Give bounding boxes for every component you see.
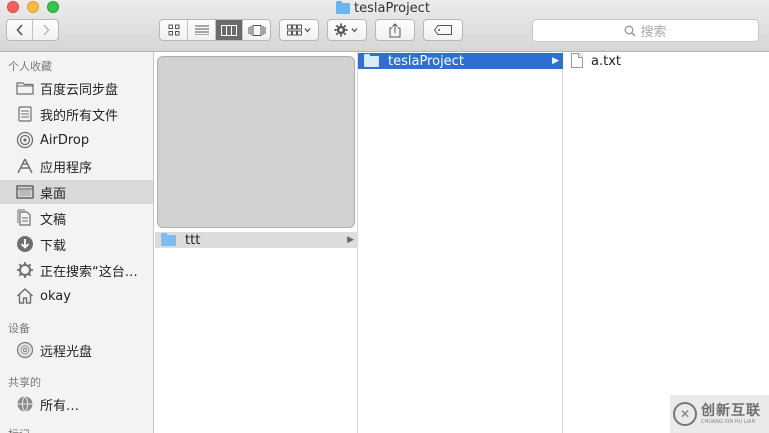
minimize-window-button[interactable]	[27, 1, 39, 13]
share-button[interactable]	[375, 19, 415, 41]
sidebar-item-home[interactable]: okay	[0, 284, 153, 308]
tags-header: 标记	[8, 426, 30, 433]
folder-icon	[336, 0, 350, 14]
sidebar-item-label: 文稿	[40, 212, 67, 228]
item-name: a.txt	[591, 53, 621, 69]
watermark-text: 创新互联	[701, 402, 761, 419]
list-view-button[interactable]	[187, 20, 215, 40]
back-button[interactable]	[7, 20, 32, 40]
window-toolbar: teslaProject 搜索	[0, 0, 769, 52]
window-title: teslaProject	[336, 0, 430, 16]
search-placeholder: 搜索	[640, 25, 667, 40]
sidebar-item-airdrop[interactable]: AirDrop	[0, 128, 153, 152]
disclosure-arrow-icon: ▶	[552, 56, 559, 66]
sidebar-item-label: okay	[40, 288, 71, 304]
home-icon	[16, 287, 34, 305]
chevron-right-icon	[43, 24, 50, 36]
sidebar-item-label: 我的所有文件	[40, 108, 119, 124]
all-files-icon	[16, 105, 34, 123]
devices-header: 设备	[8, 322, 30, 335]
tag-icon	[434, 25, 452, 35]
sidebar-item-all-my-files[interactable]: 我的所有文件	[0, 102, 153, 126]
arrange-grid-icon	[287, 24, 311, 36]
disc-icon	[16, 341, 34, 359]
sidebar-item-remote-disc[interactable]: 远程光盘	[0, 338, 153, 362]
list-view-icon	[194, 25, 209, 35]
coverflow-view-icon	[248, 24, 266, 36]
list-item[interactable]: teslaProject ▶	[358, 53, 563, 69]
coverflow-view-button[interactable]	[242, 20, 270, 40]
item-name: ttt	[185, 232, 201, 248]
sidebar-item-label: 百度云同步盘	[40, 82, 119, 98]
gear-icon	[16, 261, 34, 279]
sidebar-item-label: 所有…	[40, 398, 80, 414]
search-field[interactable]: 搜索	[532, 19, 759, 42]
watermark-logo-icon: ✕	[673, 402, 697, 426]
tag-button[interactable]	[423, 19, 463, 41]
item-name: teslaProject	[388, 53, 464, 69]
column-view-button[interactable]	[214, 20, 243, 40]
view-mode-control	[159, 19, 271, 41]
list-item[interactable]: a.txt	[563, 53, 768, 69]
column-view-icon	[221, 24, 238, 36]
favorites-header: 个人收藏	[8, 60, 52, 73]
zoom-window-button[interactable]	[47, 1, 59, 13]
disclosure-arrow-icon: ▶	[347, 235, 354, 245]
navigation-buttons	[6, 19, 59, 41]
applications-icon	[16, 157, 34, 175]
watermark-subtext: CHUANG XIN HU LIAN	[701, 418, 756, 425]
download-icon	[16, 235, 34, 253]
share-icon	[389, 22, 401, 37]
icon-view-icon	[168, 24, 180, 36]
sidebar-item-documents[interactable]: 文稿	[0, 206, 153, 230]
arrange-button[interactable]	[279, 19, 319, 41]
sidebar-item-label: 桌面	[40, 186, 67, 202]
gear-icon	[334, 23, 358, 37]
text-file-icon	[571, 53, 583, 68]
folder-icon	[364, 53, 379, 67]
close-window-button[interactable]	[7, 1, 19, 13]
sidebar-item-label: 远程光盘	[40, 344, 93, 360]
browser-column-2[interactable]: teslaProject ▶	[358, 52, 563, 433]
window-title-text: teslaProject	[354, 0, 430, 16]
network-icon	[16, 395, 34, 413]
action-menu-button[interactable]	[327, 19, 367, 41]
desktop-icon	[16, 183, 34, 201]
search-icon	[625, 25, 637, 37]
sidebar-item-baidu-sync[interactable]: 百度云同步盘	[0, 76, 153, 100]
folder-preview	[157, 56, 355, 228]
folder-icon	[161, 232, 176, 246]
forward-button[interactable]	[32, 20, 58, 40]
shared-header: 共享的	[8, 376, 41, 389]
browser-column-1[interactable]: ttt ▶	[155, 52, 358, 433]
sidebar-item-shared-all[interactable]: 所有…	[0, 392, 153, 416]
list-item[interactable]: ttt ▶	[155, 232, 358, 248]
sidebar-item-applications[interactable]: 应用程序	[0, 154, 153, 178]
sidebar-item-label: 下载	[40, 238, 67, 254]
browser-column-3[interactable]: a.txt	[563, 52, 769, 433]
icon-view-button[interactable]	[160, 20, 187, 40]
folder-icon	[16, 79, 34, 97]
chevron-left-icon	[16, 24, 23, 36]
airdrop-icon	[16, 131, 34, 149]
sidebar-item-desktop[interactable]: 桌面	[0, 180, 153, 204]
sidebar-item-label: 正在搜索“这台…	[40, 264, 138, 280]
sidebar-item-downloads[interactable]: 下载	[0, 232, 153, 256]
sidebar-item-label: AirDrop	[40, 132, 90, 148]
sidebar-item-searching[interactable]: 正在搜索“这台…	[0, 258, 153, 282]
watermark: ✕ 创新互联 CHUANG XIN HU LIAN	[670, 395, 769, 433]
documents-icon	[16, 209, 34, 227]
sidebar-item-label: 应用程序	[40, 160, 93, 176]
sidebar: 个人收藏 百度云同步盘 我的所有文件 AirDrop 应用程序 桌面 文稿 下载…	[0, 52, 154, 433]
